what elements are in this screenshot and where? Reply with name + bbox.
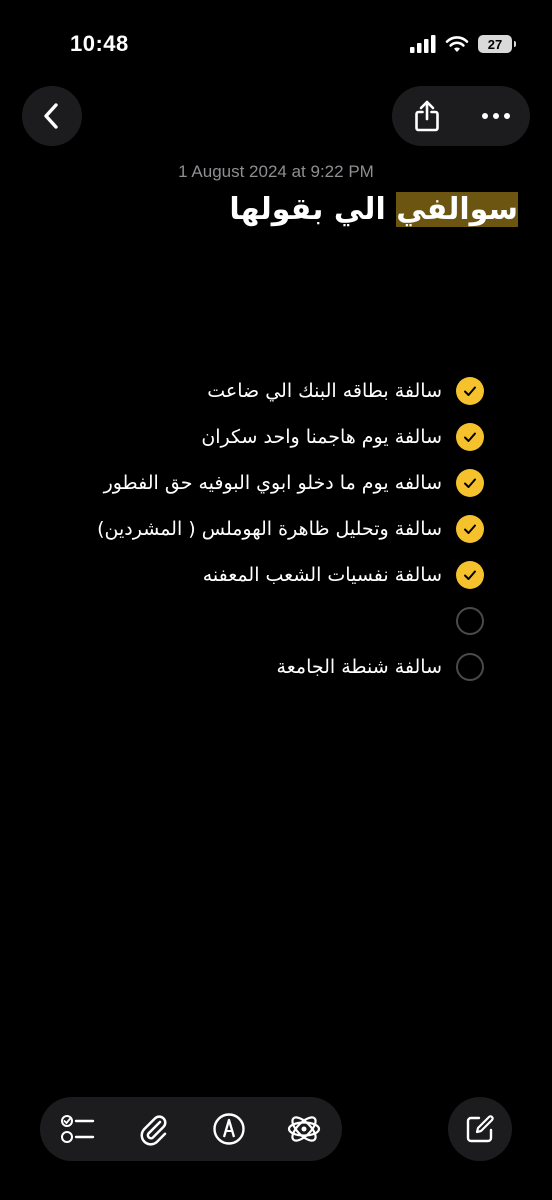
paperclip-icon [140, 1115, 167, 1146]
wifi-icon [445, 36, 469, 52]
checkmark-icon [464, 432, 476, 442]
compose-button[interactable] [448, 1097, 512, 1161]
note-title-rest: الي بقولها [229, 192, 397, 227]
checklist-icon [60, 1115, 94, 1143]
note-title[interactable]: سوالفي الي بقولها [229, 192, 518, 227]
checklist-button[interactable] [56, 1107, 100, 1151]
checklist-item-label[interactable]: سالفة يوم هاجمنا واحد سكران [201, 426, 442, 448]
checklist: سالفة بطاقه البنك الي ضاعت سالفة يوم هاجم… [24, 368, 484, 690]
chevron-left-icon [44, 103, 58, 129]
checkmark-icon [464, 524, 476, 534]
more-button[interactable] [474, 94, 518, 138]
checkbox-unchecked[interactable] [456, 653, 484, 681]
checkmark-icon [464, 386, 476, 396]
checkbox-checked[interactable] [456, 469, 484, 497]
ai-button[interactable] [282, 1107, 326, 1151]
pen-circle-icon [213, 1113, 245, 1145]
checklist-item [24, 598, 484, 644]
checkbox-checked[interactable] [456, 561, 484, 589]
compose-icon [466, 1115, 494, 1143]
attach-button[interactable] [131, 1107, 175, 1151]
checklist-item-label[interactable]: سالفة نفسيات الشعب المعفنه [203, 564, 442, 586]
checklist-item: سالفة شنطة الجامعة [24, 644, 484, 690]
checkbox-unchecked[interactable] [456, 607, 484, 635]
checklist-item: سالفة نفسيات الشعب المعفنه [24, 552, 484, 598]
status-time: 10:48 [70, 31, 129, 56]
checkbox-checked[interactable] [456, 377, 484, 405]
checklist-item-label[interactable]: سالفة بطاقه البنك الي ضاعت [207, 380, 442, 402]
back-button[interactable] [22, 86, 82, 146]
status-bar: 10:48 27 [0, 0, 552, 90]
markup-button[interactable] [207, 1107, 251, 1151]
actions-pill [392, 86, 530, 146]
battery-level: 27 [487, 36, 503, 52]
checklist-item-label[interactable]: سالفة شنطة الجامعة [277, 656, 442, 678]
cellular-signal-icon [410, 35, 436, 53]
share-button[interactable] [405, 94, 449, 138]
checklist-item-label[interactable]: سالفة وتحليل ظاهرة الهوملس ( المشردين) [97, 518, 442, 540]
checklist-item: سالفة بطاقه البنك الي ضاعت [24, 368, 484, 414]
checklist-item-label[interactable]: سالفه يوم ما دخلو ابوي البوفيه حق الفطور [104, 472, 442, 494]
status-icons: 27 [410, 35, 516, 53]
note-date: 1 August 2024 at 9:22 PM [178, 162, 374, 181]
checklist-item: سالفة وتحليل ظاهرة الهوملس ( المشردين) [24, 506, 484, 552]
checklist-item: سالفه يوم ما دخلو ابوي البوفيه حق الفطور [24, 460, 484, 506]
checkmark-icon [464, 570, 476, 580]
checkbox-checked[interactable] [456, 515, 484, 543]
apple-intelligence-icon [288, 1116, 321, 1142]
share-icon [414, 100, 439, 132]
note-title-highlight: سوالفي [396, 192, 518, 227]
ellipsis-icon [481, 113, 510, 119]
battery-icon: 27 [478, 35, 516, 53]
bottom-toolbar [40, 1097, 342, 1161]
checkbox-checked[interactable] [456, 423, 484, 451]
checklist-item: سالفة يوم هاجمنا واحد سكران [24, 414, 484, 460]
checkmark-icon [464, 478, 476, 488]
